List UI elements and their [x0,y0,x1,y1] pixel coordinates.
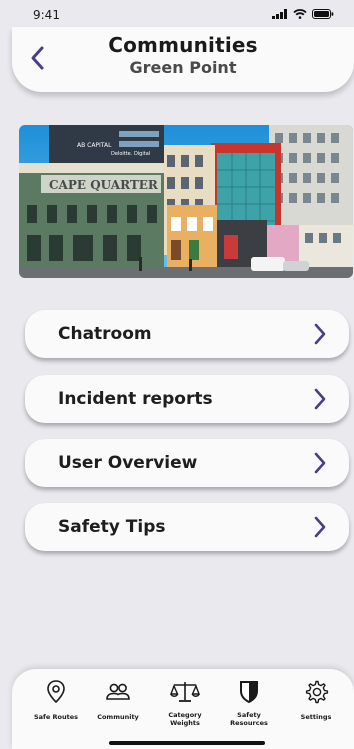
tab-safe-routes[interactable]: Safe Routes [24,679,88,733]
tab-category-weights[interactable]: Category Weights [153,679,217,733]
chevron-right-icon [314,516,326,538]
bottom-tab-bar: Safe Routes Community Category Weights S… [12,669,354,749]
hero-sign-cape: CAPE QUARTER [49,178,159,192]
page-subtitle: Green Point [129,58,237,77]
people-icon [106,683,130,700]
status-time: 9:41 [33,8,60,22]
chevron-right-icon [314,323,326,345]
menu-item-chatroom[interactable]: Chatroom [25,310,349,358]
gear-icon [305,680,329,704]
wifi-icon [293,9,307,19]
chevron-right-icon [314,388,326,410]
tab-safety-resources[interactable]: Safety Resources [217,679,281,733]
tab-community[interactable]: Community [86,679,150,733]
menu-item-label: Incident reports [58,389,213,409]
map-pin-icon [47,680,65,704]
menu-item-label: Safety Tips [58,517,166,537]
chevron-right-icon [314,452,326,474]
menu-item-label: User Overview [58,453,198,473]
status-icons [272,9,334,19]
tab-label: Settings [300,713,332,721]
menu-item-user-overview[interactable]: User Overview [25,439,349,487]
menu-item-incident-reports[interactable]: Incident reports [25,375,349,423]
street-illustration: AB CAPITAL Deloitte. Digital CAPE QUARTE… [19,125,353,278]
community-hero-image: AB CAPITAL Deloitte. Digital CAPE QUARTE… [19,125,353,278]
tab-label-line2: Weights [170,719,200,727]
hero-sign-2: Deloitte. Digital [111,151,150,157]
status-bar: 9:41 [0,0,354,30]
tab-label-line1: Category [168,711,202,719]
tab-settings[interactable]: Settings [284,679,348,733]
battery-icon [312,9,334,19]
menu-item-safety-tips[interactable]: Safety Tips [25,503,349,551]
tab-label-line1: Safety [237,711,261,719]
home-indicator [109,741,265,745]
tab-label: Community [97,713,139,721]
hero-sign-1: AB CAPITAL [77,142,112,149]
page-title: Communities [108,33,258,57]
tab-label-line2: Resources [230,719,268,727]
menu-item-label: Chatroom [58,324,152,344]
signal-icon [272,9,287,19]
header: Communities Green Point [12,27,354,92]
tab-label: Safe Routes [33,713,79,721]
shield-icon [240,681,258,704]
scales-icon [170,682,200,702]
